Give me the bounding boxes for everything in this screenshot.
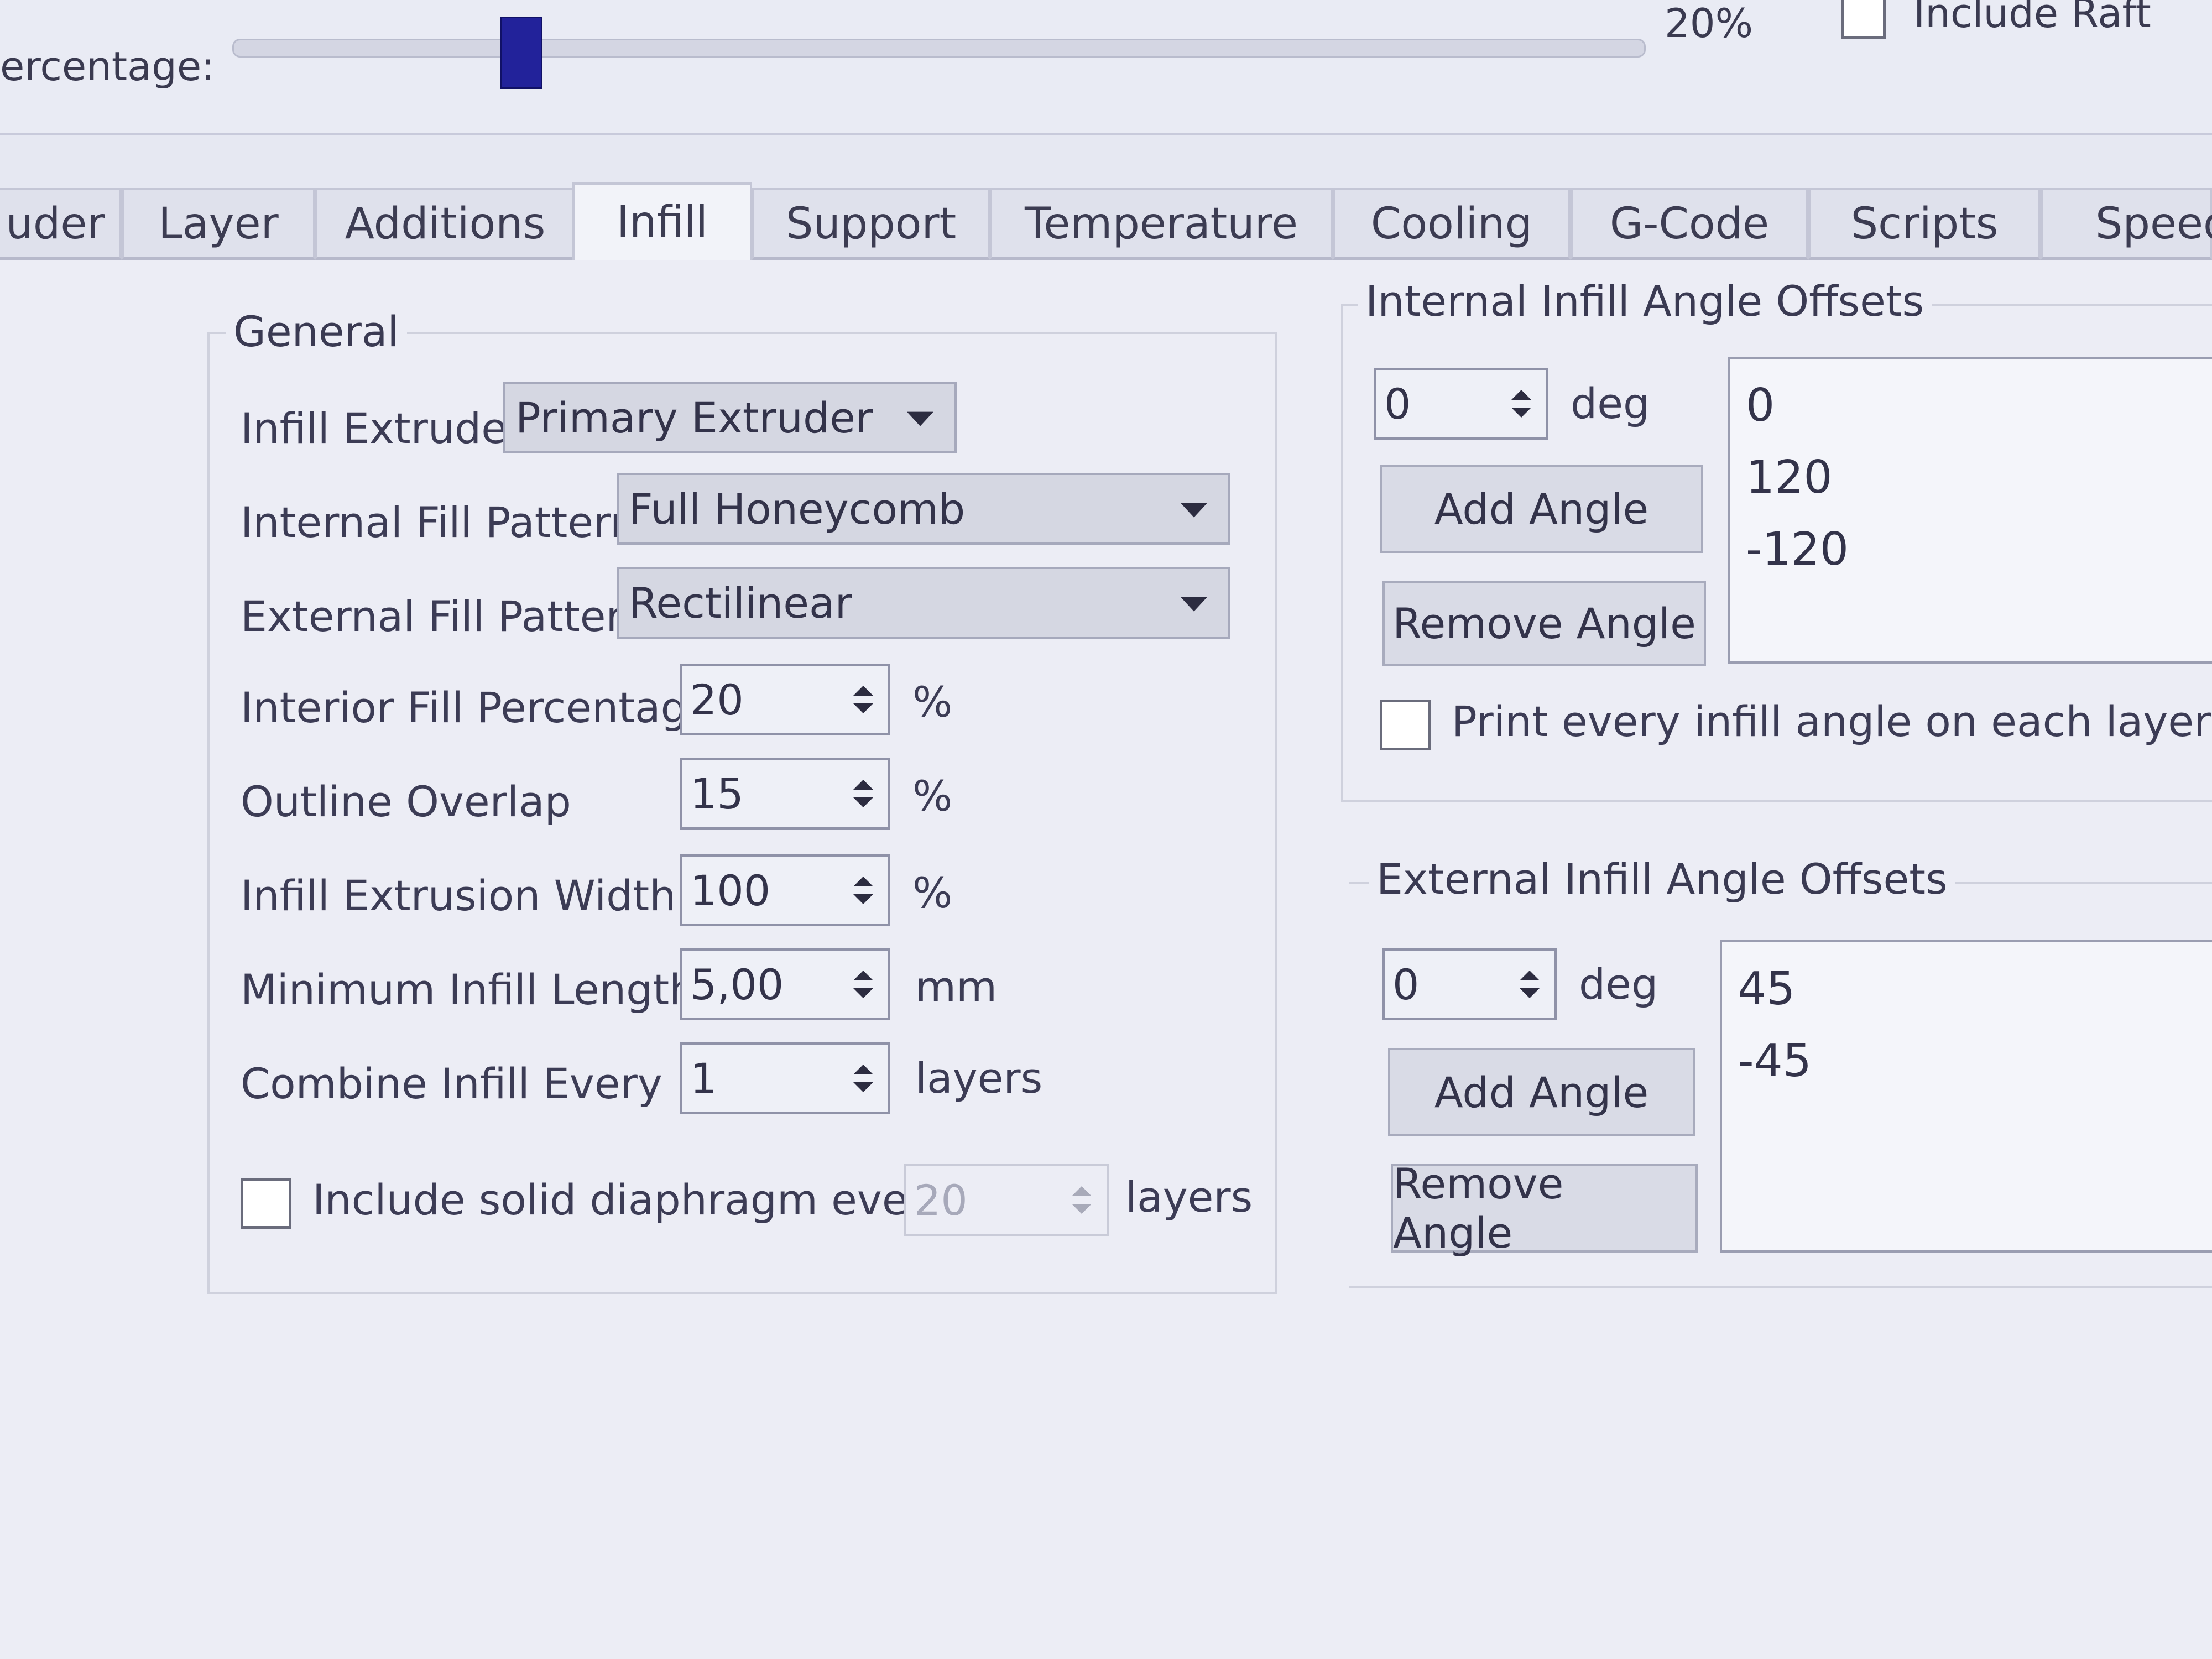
- percentage-slider-track[interactable]: [232, 39, 1646, 58]
- spin-arrows-icon[interactable]: [1062, 1171, 1101, 1229]
- tab-label: Scripts: [1850, 199, 1999, 249]
- spin-arrows-icon[interactable]: [844, 670, 883, 729]
- percentage-label: ercentage:: [0, 43, 215, 90]
- add-angle-label: Add Angle: [1434, 1067, 1649, 1117]
- tab-label: G-Code: [1609, 199, 1770, 249]
- tab-gcode[interactable]: G-Code: [1571, 188, 1808, 260]
- external-angle-unit: deg: [1579, 959, 1658, 1009]
- add-angle-label: Add Angle: [1434, 484, 1649, 534]
- outline-overlap-label: Outline Overlap: [241, 777, 571, 826]
- spin-arrows-icon[interactable]: [1502, 374, 1541, 433]
- percentage-value: 20%: [1665, 0, 1754, 46]
- internal-angle-input[interactable]: 0: [1374, 368, 1548, 440]
- internal-angle-list[interactable]: 0 120 -120: [1728, 357, 2212, 664]
- top-strip: ercentage: 20% Include Raft: [0, 0, 2212, 135]
- list-item[interactable]: 120: [1730, 442, 2212, 514]
- tab-scripts[interactable]: Scripts: [1808, 188, 2041, 260]
- infill-extrusion-width-label: Infill Extrusion Width: [241, 871, 676, 920]
- list-item[interactable]: 0: [1730, 370, 2212, 442]
- tab-infill[interactable]: Infill: [572, 182, 752, 260]
- chevron-down-icon: [1181, 597, 1207, 612]
- solid-diaphragm-checkbox[interactable]: [241, 1178, 291, 1229]
- internal-fill-pattern-select[interactable]: Full Honeycomb: [617, 473, 1230, 545]
- internal-angle-unit: deg: [1571, 379, 1650, 428]
- spin-arrows-icon[interactable]: [1510, 955, 1549, 1014]
- external-angle-input[interactable]: 0: [1383, 948, 1557, 1020]
- list-item[interactable]: -45: [1722, 1025, 2212, 1097]
- print-every-angle-label: Print every infill angle on each layer: [1452, 697, 2211, 746]
- infill-extruder-label: Infill Extruder: [241, 404, 525, 453]
- infill-extrusion-width-input[interactable]: 100: [680, 854, 890, 926]
- chevron-down-icon: [1181, 503, 1207, 518]
- general-group-title: General: [226, 307, 407, 356]
- infill-extrusion-width-unit: %: [912, 868, 953, 917]
- combine-infill-every-unit: layers: [915, 1053, 1043, 1103]
- spin-arrows-icon[interactable]: [844, 764, 883, 823]
- external-remove-angle-button[interactable]: Remove Angle: [1391, 1159, 1698, 1258]
- tab-speed[interactable]: Speed: [2041, 188, 2212, 260]
- external-fill-pattern-label: External Fill Pattern: [241, 592, 649, 641]
- spin-arrows-icon[interactable]: [844, 955, 883, 1014]
- minimum-infill-length-unit: mm: [915, 962, 998, 1011]
- chevron-down-icon: [907, 411, 933, 426]
- interior-fill-percentage-label: Interior Fill Percentage: [241, 683, 713, 732]
- solid-diaphragm-input[interactable]: 20: [904, 1164, 1109, 1236]
- tab-additions[interactable]: Additions: [315, 188, 575, 260]
- tab-label: Cooling: [1370, 199, 1533, 249]
- list-item[interactable]: -120: [1730, 514, 2212, 586]
- interior-fill-percentage-input[interactable]: 20: [680, 664, 890, 735]
- outline-overlap-value: 15: [690, 769, 744, 818]
- tab-label: Additions: [345, 199, 546, 249]
- minimum-infill-length-label: Minimum Infill Length: [241, 965, 696, 1014]
- internal-remove-angle-button[interactable]: Remove Angle: [1383, 581, 1706, 666]
- remove-angle-label: Remove Angle: [1392, 599, 1696, 648]
- external-angle-value: 0: [1392, 959, 1420, 1009]
- internal-angle-offsets-title: Internal Infill Angle Offsets: [1358, 276, 1932, 326]
- outline-overlap-unit: %: [912, 771, 953, 821]
- settings-tabs: uder Layer Additions Infill Support Temp…: [0, 182, 2212, 260]
- tab-support[interactable]: Support: [752, 188, 990, 260]
- tab-label: Infill: [617, 197, 708, 247]
- interior-fill-percentage-unit: %: [912, 677, 953, 727]
- internal-fill-pattern-value: Full Honeycomb: [629, 484, 966, 534]
- tab-label: Speed: [2095, 199, 2212, 249]
- external-add-angle-button[interactable]: Add Angle: [1388, 1048, 1695, 1136]
- spin-arrows-icon[interactable]: [844, 861, 883, 920]
- include-raft-checkbox[interactable]: [1841, 0, 1886, 39]
- infill-extruder-value: Primary Extruder: [515, 393, 873, 442]
- list-item[interactable]: 45: [1722, 953, 2212, 1025]
- solid-diaphragm-value: 20: [914, 1175, 968, 1225]
- remove-angle-label: Remove Angle: [1393, 1159, 1564, 1258]
- tab-temperature[interactable]: Temperature: [990, 188, 1333, 260]
- external-fill-pattern-select[interactable]: Rectilinear: [617, 567, 1230, 639]
- tab-label: Layer: [158, 199, 279, 249]
- print-every-angle-checkbox[interactable]: [1380, 700, 1431, 750]
- internal-add-angle-button[interactable]: Add Angle: [1380, 465, 1703, 553]
- external-angle-offsets-title: External Infill Angle Offsets: [1369, 854, 1955, 904]
- minimum-infill-length-input[interactable]: 5,00: [680, 948, 890, 1020]
- tab-cooling[interactable]: Cooling: [1333, 188, 1571, 260]
- infill-extrusion-width-value: 100: [690, 865, 771, 915]
- combine-infill-every-input[interactable]: 1: [680, 1042, 890, 1114]
- minimum-infill-length-value: 5,00: [690, 959, 784, 1009]
- infill-extruder-select[interactable]: Primary Extruder: [503, 382, 957, 453]
- tab-label: Temperature: [1024, 199, 1298, 249]
- external-angle-list[interactable]: 45 -45: [1720, 940, 2212, 1253]
- interior-fill-percentage-value: 20: [690, 675, 744, 724]
- outline-overlap-input[interactable]: 15: [680, 758, 890, 830]
- solid-diaphragm-label: Include solid diaphragm every: [312, 1175, 950, 1224]
- combine-infill-every-value: 1: [690, 1053, 717, 1103]
- percentage-slider-handle[interactable]: [500, 17, 542, 89]
- solid-diaphragm-unit: layers: [1125, 1172, 1253, 1222]
- tab-extruder[interactable]: uder: [0, 188, 122, 260]
- internal-angle-value: 0: [1384, 379, 1411, 429]
- spin-arrows-icon[interactable]: [844, 1049, 883, 1108]
- internal-fill-pattern-label: Internal Fill Pattern: [241, 498, 637, 547]
- tab-label: uder: [6, 199, 105, 249]
- include-raft-label: Include Raft: [1913, 0, 2151, 36]
- combine-infill-every-label: Combine Infill Every: [241, 1059, 662, 1108]
- tab-layer[interactable]: Layer: [122, 188, 315, 260]
- tab-label: Support: [785, 199, 957, 249]
- external-fill-pattern-value: Rectilinear: [629, 578, 852, 628]
